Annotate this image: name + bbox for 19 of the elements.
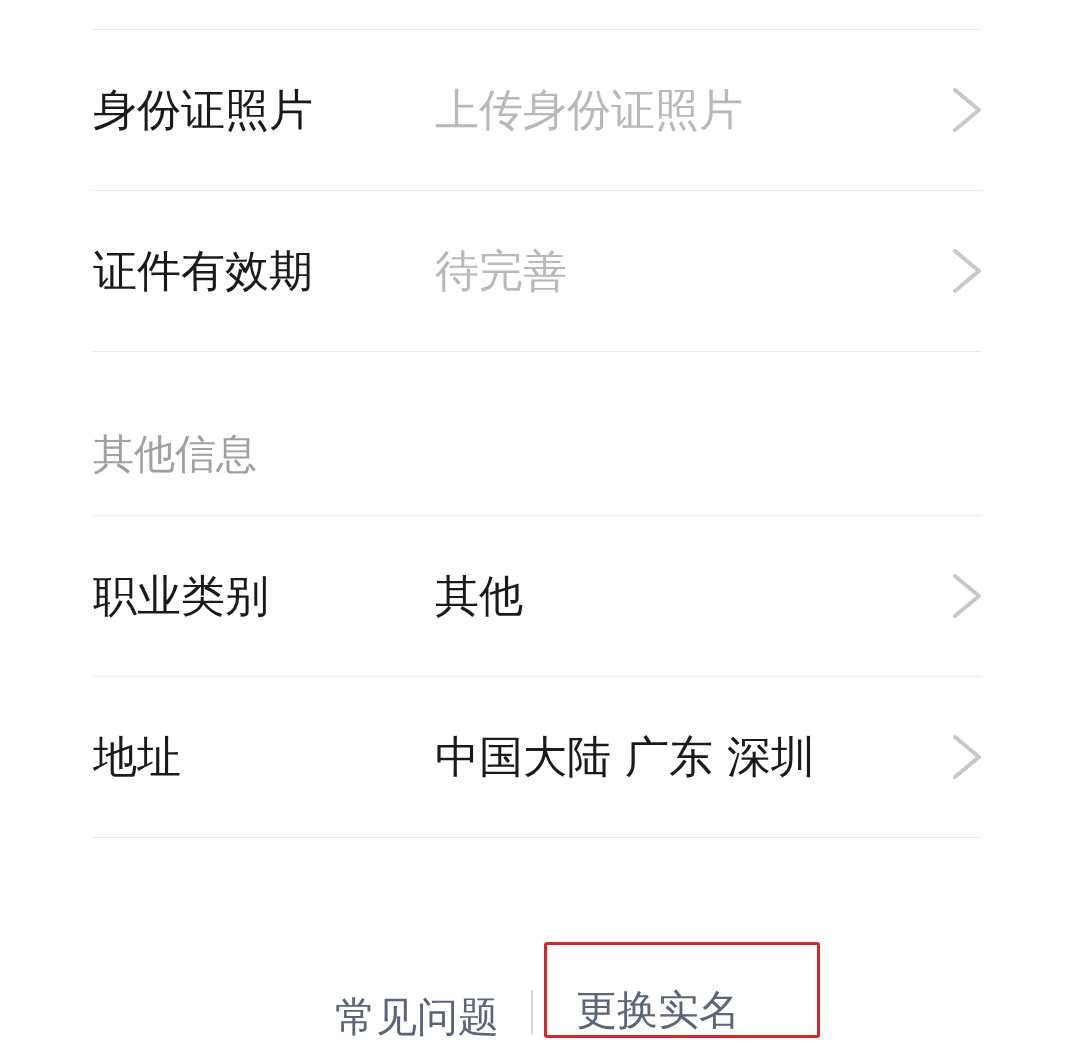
row-label: 证件有效期 [93, 249, 314, 293]
chevron-right-icon [952, 574, 982, 618]
row-label: 职业类别 [93, 574, 270, 618]
chevron-right-icon [952, 735, 982, 779]
footer-link[interactable]: 常见问题 [335, 997, 499, 1038]
list-row[interactable]: 地址 中国大陆 广东 深圳 [93, 677, 982, 838]
list-row[interactable]: 身份证照片 上传身份证照片 [93, 30, 982, 191]
row-value: 中国大陆 广东 深圳 [435, 735, 815, 779]
row-label: 身份证照片 [93, 88, 314, 132]
list-row[interactable]: 证件有效期 待完善 [93, 191, 982, 352]
row-hint: 上传身份证照片 [435, 88, 743, 132]
list-row[interactable]: 职业类别 其他 [93, 516, 982, 677]
chevron-right-icon [952, 88, 982, 132]
section-title: 其他信息 [93, 434, 257, 475]
row-value: 其他 [435, 574, 523, 618]
row-hint: 待完善 [435, 249, 567, 293]
row-label: 地址 [93, 735, 182, 779]
chevron-right-icon [952, 249, 982, 293]
footer-link[interactable]: 更换实名 [576, 986, 740, 1034]
